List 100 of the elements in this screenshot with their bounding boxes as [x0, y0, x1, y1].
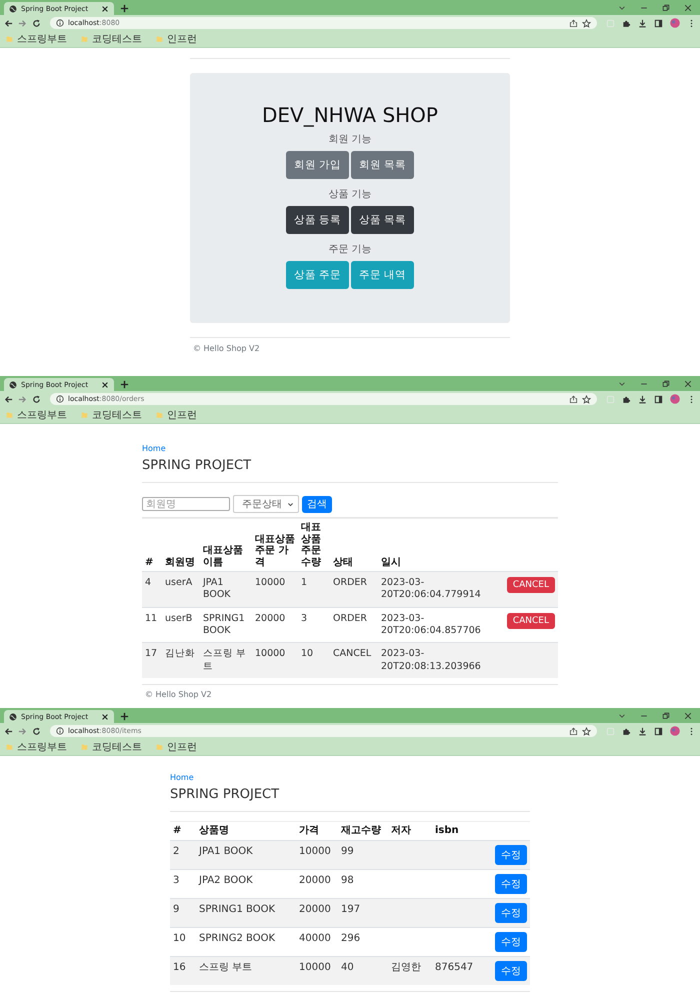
edit-button[interactable]: 수정: [495, 844, 527, 864]
edit-button[interactable]: 수정: [495, 874, 527, 894]
menu-button[interactable]: 회원 가입: [286, 151, 349, 179]
section-label: 주문 기능: [328, 243, 372, 256]
puzzle-icon[interactable]: [622, 394, 631, 404]
forward-icon[interactable]: [18, 394, 27, 404]
search-button[interactable]: 검색: [302, 496, 332, 512]
bookmark[interactable]: 코딩테스트: [81, 32, 142, 46]
info-icon[interactable]: [56, 395, 64, 403]
close-icon[interactable]: [101, 712, 109, 720]
chevron-down-icon[interactable]: [618, 4, 626, 12]
bookmark[interactable]: 스프링부트: [6, 740, 67, 754]
star-icon[interactable]: [582, 726, 591, 736]
bookmark[interactable]: 인프런: [156, 740, 197, 754]
back-icon[interactable]: [4, 18, 13, 28]
column-header: 대표상품 주문 수량: [301, 522, 321, 568]
puzzle-icon[interactable]: [622, 18, 631, 28]
page-title: SPRING PROJECT: [142, 458, 252, 473]
column-header: 회원명: [165, 556, 195, 568]
folder-icon: [81, 411, 88, 419]
table-cell: 197: [341, 904, 360, 914]
reload-icon[interactable]: [32, 394, 41, 404]
section-label: 회원 기능: [328, 133, 372, 146]
download-icon[interactable]: [638, 18, 647, 28]
close-icon[interactable]: [684, 4, 692, 12]
bookmark[interactable]: 코딩테스트: [81, 408, 142, 422]
column-header: 가격: [299, 825, 319, 836]
column-header: 대표상품 주문 가격: [255, 534, 295, 568]
star-icon[interactable]: [582, 394, 591, 404]
order-status-dropdown[interactable]: 주문상태: [233, 495, 299, 513]
table-cell: 10000: [299, 962, 331, 972]
edit-button[interactable]: 수정: [495, 960, 527, 980]
star-icon[interactable]: [582, 18, 591, 28]
bookmark[interactable]: 인프런: [156, 408, 197, 422]
table-cell: 김난화: [165, 648, 195, 660]
table-cell: 11: [145, 612, 158, 624]
chevron-down-icon[interactable]: [618, 712, 626, 720]
table-cell: 10000: [299, 846, 331, 856]
table-cell: ORDER: [333, 577, 367, 588]
close-icon[interactable]: [101, 4, 109, 12]
table-cell: CANCEL: [333, 648, 372, 660]
menu-button[interactable]: 상품 목록: [351, 206, 414, 234]
restore-icon[interactable]: [662, 380, 670, 388]
new-tab-icon[interactable]: [120, 380, 129, 389]
footer-text: © Hello Shop V2: [192, 343, 261, 355]
avatar-icon[interactable]: [670, 394, 680, 404]
chevron-down-icon[interactable]: [618, 380, 626, 388]
close-icon[interactable]: [101, 380, 109, 388]
column-header: 재고수량: [341, 825, 381, 836]
reload-icon[interactable]: [32, 18, 41, 28]
chevron-down-icon: [287, 500, 294, 508]
back-icon[interactable]: [4, 726, 13, 736]
cancel-button[interactable]: CANCEL: [506, 612, 555, 629]
cancel-button[interactable]: CANCEL: [506, 577, 555, 593]
puzzle-icon[interactable]: [622, 726, 631, 736]
side-panel-icon[interactable]: [654, 726, 663, 736]
table-cell: 김영한: [391, 962, 421, 972]
menu-button[interactable]: 회원 목록: [351, 151, 414, 179]
avatar-icon[interactable]: [670, 18, 680, 28]
table-cell: 10: [301, 648, 314, 660]
home-link[interactable]: Home: [142, 444, 166, 453]
table-cell: 10000: [255, 648, 286, 660]
home-link[interactable]: Home: [170, 773, 194, 782]
folder-icon: [81, 35, 88, 43]
share-icon[interactable]: [569, 394, 578, 404]
download-icon[interactable]: [638, 726, 647, 736]
close-icon[interactable]: [684, 712, 692, 720]
info-icon[interactable]: [56, 19, 64, 27]
bookmark[interactable]: 스프링부트: [6, 32, 67, 46]
table-cell: SPRING1 BOOK: [199, 904, 276, 914]
restore-icon[interactable]: [662, 4, 670, 12]
forward-icon[interactable]: [18, 18, 27, 28]
edit-button[interactable]: 수정: [495, 902, 527, 922]
forward-icon[interactable]: [18, 726, 27, 736]
table-cell: 9: [173, 904, 180, 914]
side-panel-icon[interactable]: [654, 394, 663, 404]
folder-icon: [6, 743, 13, 751]
folder-icon: [156, 411, 163, 419]
bookmark[interactable]: 인프런: [156, 32, 197, 46]
table-cell: 99: [341, 846, 354, 856]
bookmark[interactable]: 스프링부트: [6, 408, 67, 422]
new-tab-icon[interactable]: [120, 712, 129, 721]
side-panel-icon[interactable]: [654, 18, 663, 28]
bookmark[interactable]: 코딩테스트: [81, 740, 142, 754]
shop-title: DEV_NHWA SHOP: [262, 103, 438, 127]
back-icon[interactable]: [4, 394, 13, 404]
avatar-icon[interactable]: [670, 726, 680, 736]
close-icon[interactable]: [684, 380, 692, 388]
member-name-field[interactable]: 회원명: [142, 497, 230, 511]
share-icon[interactable]: [569, 726, 578, 736]
globe-icon: [9, 712, 17, 720]
edit-button[interactable]: 수정: [495, 932, 527, 952]
menu-button[interactable]: 상품 등록: [286, 206, 349, 234]
new-tab-icon[interactable]: [120, 4, 129, 13]
section-label: 상품 기능: [328, 188, 372, 201]
reload-icon[interactable]: [32, 726, 41, 736]
download-icon[interactable]: [638, 394, 647, 404]
info-icon[interactable]: [56, 727, 64, 735]
restore-icon[interactable]: [662, 712, 670, 720]
share-icon[interactable]: [569, 18, 578, 28]
